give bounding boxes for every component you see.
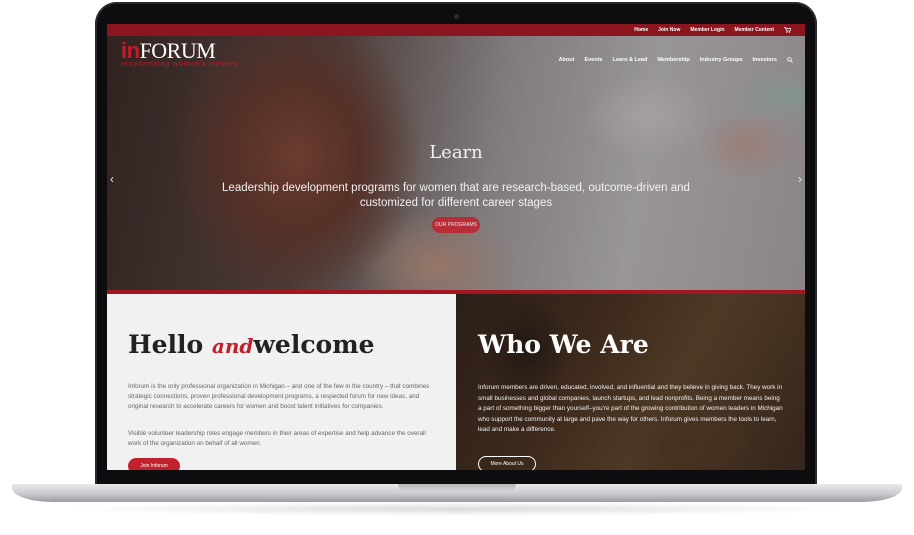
chevron-left-icon[interactable]: ‹ — [110, 172, 114, 186]
cart-icon[interactable] — [784, 27, 791, 33]
topbar-link-member-content[interactable]: Member Content — [735, 27, 774, 33]
nav-item-industry-groups[interactable]: Industry Groups — [700, 57, 743, 63]
who-we-are-panel: Who We Are Inforum members are driven, e… — [456, 294, 805, 470]
nav-item-events[interactable]: Events — [584, 57, 602, 63]
our-programs-button[interactable]: OUR PROGRAMS — [432, 217, 480, 233]
who-we-are-text: Inforum members are driven, educated, in… — [478, 384, 783, 433]
topbar-link-member-login[interactable]: Member Login — [690, 27, 724, 33]
welcome-heading: Hello andwelcome — [128, 330, 375, 359]
camera — [454, 14, 459, 19]
welcome-panel: Hello andwelcome Inforum is the only pro… — [107, 294, 456, 470]
join-inforum-button[interactable]: Join Inforum — [128, 458, 180, 470]
welcome-heading-end: welcome — [253, 330, 375, 359]
main-nav: About Events Learn & Lead Membership Ind… — [559, 57, 793, 63]
welcome-heading-start: Hello — [128, 330, 212, 359]
nav-item-about[interactable]: About — [559, 57, 575, 63]
logo-tagline: accelerating women's careers — [121, 60, 239, 68]
chevron-right-icon[interactable]: › — [798, 172, 802, 186]
welcome-paragraph-1: Inforum is the only professional organiz… — [128, 383, 430, 411]
more-about-us-button[interactable]: More About Us — [478, 456, 536, 470]
nav-item-membership[interactable]: Membership — [657, 57, 689, 63]
browser-viewport: Home Join Now Member Login Member Conten… — [107, 24, 805, 470]
welcome-heading-and: and — [211, 334, 254, 358]
laptop-shadow — [60, 502, 854, 516]
nav-item-investors[interactable]: Investors — [753, 57, 777, 63]
laptop-notch — [398, 484, 516, 492]
hero-subtitle: Leadership development programs for wome… — [222, 182, 690, 209]
who-we-are-heading: Who We Are — [478, 330, 649, 359]
welcome-paragraph-2: Visible volunteer leadership roles engag… — [128, 430, 426, 448]
topbar-link-join-now[interactable]: Join Now — [658, 27, 680, 33]
nav-item-learn-lead[interactable]: Learn & Lead — [613, 57, 648, 63]
utility-bar: Home Join Now Member Login Member Conten… — [107, 24, 805, 36]
site-logo[interactable]: inFORUM accelerating women's careers — [121, 40, 239, 69]
topbar-link-home[interactable]: Home — [634, 27, 648, 33]
hero-slider — [107, 36, 805, 294]
hero-title: Learn — [429, 142, 483, 163]
search-icon[interactable] — [787, 57, 793, 63]
